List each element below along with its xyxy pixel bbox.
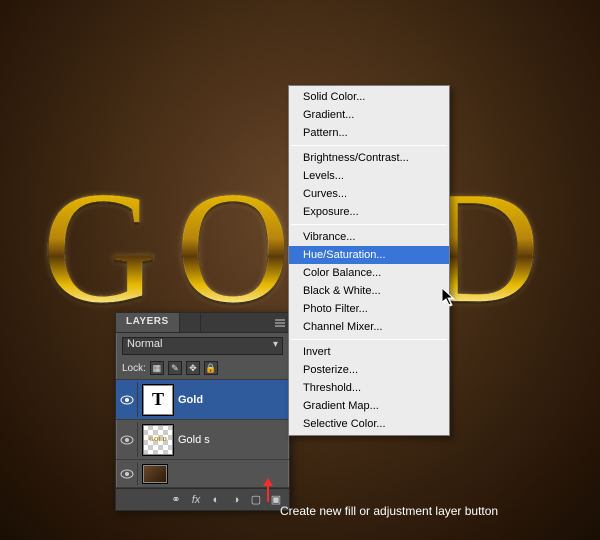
menu-item-hue-saturation[interactable]: Hue/Saturation... xyxy=(289,246,449,264)
menu-item-levels[interactable]: Levels... xyxy=(289,167,449,185)
menu-item-photo-filter[interactable]: Photo Filter... xyxy=(289,300,449,318)
lock-paint-icon[interactable]: ✎ xyxy=(168,361,182,375)
adjustment-layer-icon[interactable]: ◑ xyxy=(227,492,245,508)
menu-item-exposure[interactable]: Exposure... xyxy=(289,203,449,221)
lock-row: Lock: ▦ ✎ ✥ 🔒 xyxy=(116,359,289,380)
link-layers-icon[interactable]: ⚭ xyxy=(167,492,185,508)
menu-item-invert[interactable]: Invert xyxy=(289,343,449,361)
blend-mode-row: Normal xyxy=(116,333,289,359)
annotation-caption: Create new fill or adjustment layer butt… xyxy=(280,504,498,518)
menu-item-selective-color[interactable]: Selective Color... xyxy=(289,415,449,433)
menu-separator xyxy=(291,224,447,225)
menu-item-color-balance[interactable]: Color Balance... xyxy=(289,264,449,282)
menu-item-vibrance[interactable]: Vibrance... xyxy=(289,228,449,246)
visibility-icon[interactable] xyxy=(116,422,138,457)
layer-thumb-bg xyxy=(142,464,168,484)
menu-separator xyxy=(291,339,447,340)
menu-item-channel-mixer[interactable]: Channel Mixer... xyxy=(289,318,449,336)
menu-item-posterize[interactable]: Posterize... xyxy=(289,361,449,379)
visibility-icon[interactable] xyxy=(116,462,138,485)
lock-position-icon[interactable]: ✥ xyxy=(186,361,200,375)
layers-tab[interactable]: LAYERS xyxy=(116,313,180,332)
lock-label: Lock: xyxy=(122,363,146,374)
layer-thumb-raster xyxy=(142,424,174,456)
menu-item-black-white[interactable]: Black & White... xyxy=(289,282,449,300)
visibility-icon[interactable] xyxy=(116,382,138,417)
lock-transparency-icon[interactable]: ▦ xyxy=(150,361,164,375)
menu-separator xyxy=(291,145,447,146)
menu-item-threshold[interactable]: Threshold... xyxy=(289,379,449,397)
layer-row-gold[interactable]: T Gold xyxy=(116,380,289,420)
menu-item-brightness-contrast[interactable]: Brightness/Contrast... xyxy=(289,149,449,167)
layer-name: Gold s xyxy=(178,434,210,446)
panel-tab-row: LAYERS xyxy=(116,313,289,333)
fx-icon[interactable]: fx xyxy=(187,492,205,508)
layer-row-goldshadow[interactable]: Gold s xyxy=(116,420,289,460)
menu-item-curves[interactable]: Curves... xyxy=(289,185,449,203)
layer-name: Gold xyxy=(178,394,203,406)
mask-icon[interactable]: ◐ xyxy=(207,492,225,508)
menu-item-solid-color[interactable]: Solid Color... xyxy=(289,88,449,106)
adjustment-layer-menu: Solid Color...Gradient...Pattern... Brigh… xyxy=(288,85,450,436)
menu-item-pattern[interactable]: Pattern... xyxy=(289,124,449,142)
layer-thumb-text: T xyxy=(142,384,174,416)
blend-mode-select[interactable]: Normal xyxy=(122,337,283,355)
panel-tab-hidden[interactable] xyxy=(180,313,201,332)
annotation-arrow xyxy=(263,480,273,502)
menu-item-gradient-map[interactable]: Gradient Map... xyxy=(289,397,449,415)
panel-menu-icon[interactable] xyxy=(271,313,289,332)
lock-all-icon[interactable]: 🔒 xyxy=(204,361,218,375)
menu-item-gradient[interactable]: Gradient... xyxy=(289,106,449,124)
